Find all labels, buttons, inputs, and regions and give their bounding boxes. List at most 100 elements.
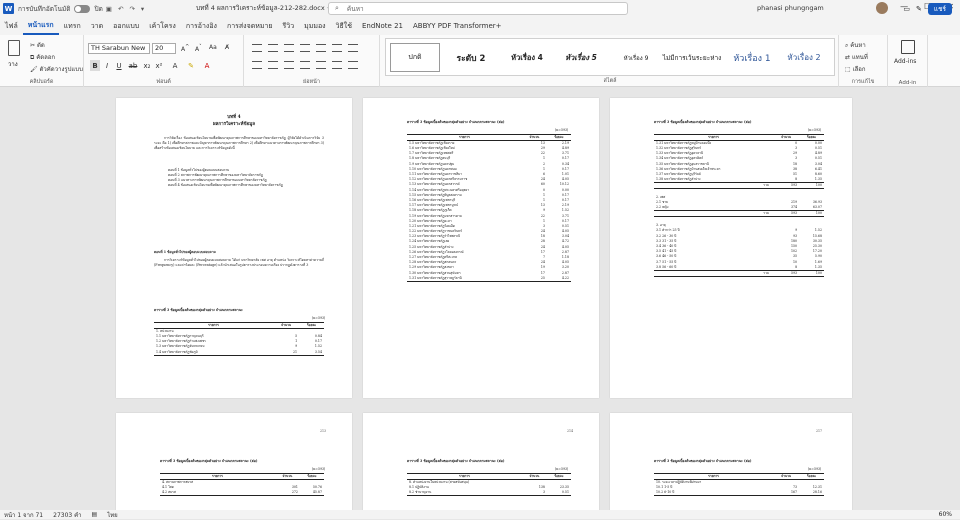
editing-group: ⌕ ค้นหา ⇄ แทนที่ ⬚ เลือก การแก้ไข	[838, 35, 888, 87]
numbering-icon[interactable]	[268, 44, 278, 52]
word-count[interactable]: 27303 คำ	[53, 510, 81, 520]
underline-icon[interactable]: U	[114, 60, 124, 71]
style-heading-1[interactable]: หัวเรื่อง 1	[724, 43, 780, 72]
tab-design[interactable]: ออกแบบ	[108, 17, 144, 35]
tab-view[interactable]: มุมมอง	[299, 17, 330, 35]
style-no-spacing[interactable]: ไม่มีการเว้นระยะห่าง	[660, 43, 724, 72]
document-canvas[interactable]: บทที่ 4 ผลการวิเคราะห์ข้อมูล การวิจัยเรื…	[0, 88, 960, 510]
table-unit: (n=593)	[555, 128, 569, 132]
tab-endnote[interactable]: EndNote 21	[357, 17, 408, 35]
decrease-indent-icon[interactable]	[300, 44, 310, 52]
cut-button[interactable]: ✂ ตัด	[30, 40, 45, 50]
proofing-icon[interactable]: ▤	[92, 511, 98, 518]
style-level-2[interactable]: ระดับ 2	[444, 43, 498, 72]
paste-button[interactable]: วาง	[8, 59, 18, 69]
style-heading-9[interactable]: หัวเรื่อง 9	[610, 43, 662, 72]
select-button[interactable]: ⬚ เลือก	[845, 64, 866, 74]
page-count[interactable]: หน้า 1 จาก 71	[4, 510, 43, 520]
subscript-icon[interactable]: x₂	[142, 60, 152, 71]
copy-button[interactable]: ⧉ คัดลอก	[30, 52, 55, 62]
align-left-icon[interactable]	[252, 61, 262, 69]
page-5[interactable]: 214 ตารางที่ 3 ข้อมูลเบื้องต้นของกลุ่มตั…	[363, 413, 599, 510]
highlight-icon[interactable]: ✎	[186, 60, 196, 71]
font-color-icon[interactable]: A	[202, 60, 212, 71]
table-unit: (n=593)	[312, 467, 326, 471]
style-normal[interactable]: ปกติ	[390, 43, 440, 72]
tab-review[interactable]: รีวิว	[278, 17, 300, 35]
table-p6: รายการ จำนวน ร้อยละ 10. ระยะเวลาปฏิบัติงานท…	[654, 473, 824, 497]
grow-font-icon[interactable]: A^	[181, 44, 189, 53]
align-right-icon[interactable]	[284, 61, 294, 69]
page-2[interactable]: ตารางที่ 3 ข้อมูลเบื้องต้นของกลุ่มตัวอย่…	[363, 98, 599, 398]
font-size-select[interactable]: 20	[152, 43, 176, 54]
language[interactable]: ไทย	[107, 510, 118, 520]
format-painter-button[interactable]: 🖌 ตัวคัดวางรูปแบบ	[30, 64, 83, 74]
change-case-icon[interactable]: Aa	[209, 44, 217, 51]
row-percent: 0.51	[546, 490, 571, 497]
increase-indent-icon[interactable]	[316, 44, 326, 52]
addins-button[interactable]: Add-ins	[894, 58, 916, 65]
multilevel-list-icon[interactable]	[284, 44, 294, 52]
table-p2: รายการ จำนวน ร้อยละ 1.5 มหาวิทยาลัยราชภัฏเช…	[407, 134, 571, 282]
tab-file[interactable]: ไฟล์	[0, 17, 23, 35]
style-heading-4[interactable]: หัวเรื่อง 4	[500, 43, 554, 72]
customize-qat-icon[interactable]: ▾	[141, 5, 144, 13]
replace-button[interactable]: ⇄ แทนที่	[845, 52, 868, 62]
page-3[interactable]: ตารางที่ 3 ข้อมูลเบื้องต้นของกลุ่มตัวอย่…	[610, 98, 852, 398]
search-input[interactable]: ⌕ ค้นหา	[328, 2, 628, 15]
undo-icon[interactable]: ↶	[118, 5, 123, 13]
styles-group-label: สไตล์	[603, 78, 617, 84]
bold-icon[interactable]: B	[90, 60, 100, 71]
sort-icon[interactable]	[332, 44, 342, 52]
page-number: 213	[320, 429, 327, 433]
tab-layout[interactable]: เค้าโครง	[144, 17, 181, 35]
find-button[interactable]: ⌕ ค้นหา	[845, 40, 866, 50]
addins-icon[interactable]	[901, 40, 915, 54]
tab-help[interactable]: วิธีใช้	[331, 17, 357, 35]
share-button[interactable]: แชร์	[927, 3, 952, 15]
tab-home[interactable]: หน้าแรก	[22, 17, 59, 35]
thai-distributed-icon[interactable]	[316, 61, 326, 69]
style-heading-5[interactable]: หัวเรื่อง 5	[554, 43, 608, 72]
intro-paragraph: การวิจัยเรื่อง ข้อเสนอเชิงนโยบายเพื่อพัฒ…	[154, 136, 324, 150]
table-section-row: 2. เพศ	[654, 189, 824, 201]
bullets-icon[interactable]	[252, 44, 262, 52]
tab-references[interactable]: การอ้างอิง	[181, 17, 222, 35]
paste-icon[interactable]	[8, 40, 20, 56]
save-icon[interactable]: ▣	[106, 5, 112, 13]
superscript-icon[interactable]: x²	[154, 60, 164, 71]
tab-abbyy[interactable]: ABBYY PDF Transformer+	[408, 17, 507, 35]
show-marks-icon[interactable]	[348, 44, 358, 52]
user-name[interactable]: phanasi phungngam	[757, 4, 824, 12]
text-effects-icon[interactable]: A	[170, 60, 180, 71]
italic-icon[interactable]: I	[102, 60, 112, 71]
avatar[interactable]	[876, 2, 888, 14]
page-4[interactable]: 213 ตารางที่ 3 ข้อมูลเบื้องต้นของกลุ่มตั…	[116, 413, 352, 510]
addin-group-label: Add-in	[898, 80, 917, 86]
clear-format-icon[interactable]: A̸	[225, 44, 229, 51]
style-heading-2[interactable]: หัวเรื่อง 2	[780, 43, 828, 72]
row-percent: 3.54	[299, 349, 324, 356]
page-1[interactable]: บทที่ 4 ผลการวิเคราะห์ข้อมูล การวิจัยเรื…	[116, 98, 352, 398]
table-caption: ตารางที่ 3 ข้อมูลเบื้องต้นของกลุ่มตัวอย่…	[407, 459, 505, 463]
shrink-font-icon[interactable]: A˅	[195, 44, 202, 53]
zoom-level[interactable]: 60%	[939, 511, 952, 518]
search-placeholder: ค้นหา	[346, 4, 364, 13]
align-center-icon[interactable]	[268, 61, 278, 69]
redo-icon[interactable]: ↷	[129, 5, 134, 13]
tab-draw[interactable]: วาด	[86, 17, 108, 35]
row-count: 272	[274, 490, 300, 497]
clipboard-group: วาง ✂ ตัด ⧉ คัดลอก 🖌 ตัวคัดวางรูปแบบ คลิ…	[0, 35, 84, 87]
justify-icon[interactable]	[300, 61, 310, 69]
font-group-label: ฟอนต์	[156, 79, 171, 85]
shading-icon[interactable]	[348, 61, 358, 69]
autosave-toggle[interactable]	[74, 4, 91, 13]
line-spacing-icon[interactable]	[332, 61, 342, 69]
tab-mailings[interactable]: การส่งจดหมาย	[222, 17, 278, 35]
edit-mode-icon[interactable]: ✎	[916, 5, 922, 13]
tab-insert[interactable]: แทรก	[59, 17, 86, 35]
strikethrough-icon[interactable]: ab	[128, 60, 138, 71]
page-6[interactable]: 217 ตารางที่ 3 ข้อมูลเบื้องต้นของกลุ่มตั…	[610, 413, 852, 510]
comments-icon[interactable]: ▭	[903, 5, 910, 13]
font-name-select[interactable]: TH Sarabun New	[88, 43, 150, 54]
